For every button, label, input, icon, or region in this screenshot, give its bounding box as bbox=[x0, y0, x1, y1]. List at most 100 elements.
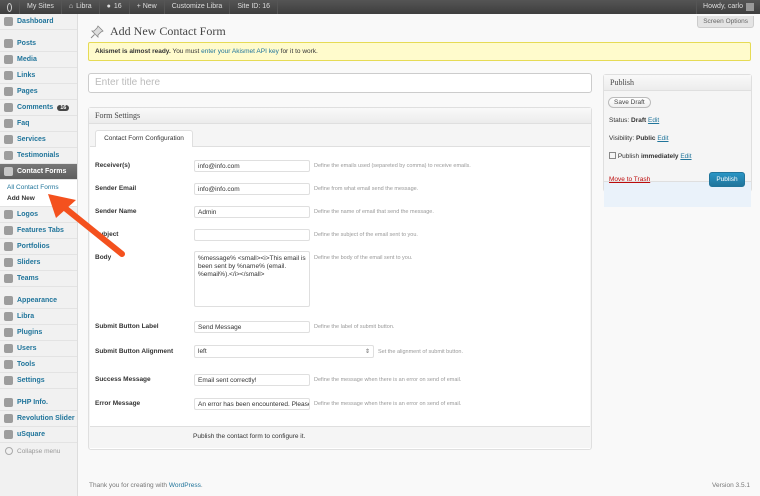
move-to-trash-link[interactable]: Move to Trash bbox=[609, 176, 650, 183]
menu-libra[interactable]: Libra bbox=[0, 309, 77, 325]
posts-icon bbox=[4, 39, 13, 48]
menu-portfolios[interactable]: Portfolios bbox=[0, 239, 77, 255]
libra-icon bbox=[4, 312, 13, 321]
revolution-slider-icon bbox=[4, 414, 13, 423]
contact-forms-submenu: All Contact Forms Add New bbox=[0, 180, 77, 207]
tools-icon bbox=[4, 360, 13, 369]
akismet-api-key-link[interactable]: enter your Akismet API key bbox=[201, 48, 279, 55]
page-title: Add New Contact Form bbox=[90, 24, 226, 39]
site-id-label: Site ID: 16 bbox=[230, 0, 278, 14]
menu-media[interactable]: Media bbox=[0, 52, 77, 68]
collapse-icon bbox=[5, 447, 13, 455]
menu-sliders[interactable]: Sliders bbox=[0, 255, 77, 271]
users-icon bbox=[4, 344, 13, 353]
save-draft-button[interactable]: Save Draft bbox=[608, 97, 651, 108]
subject-input[interactable] bbox=[194, 229, 310, 241]
sender-email-input[interactable]: info@info.com bbox=[194, 183, 310, 195]
menu-dashboard[interactable]: Dashboard bbox=[0, 14, 77, 30]
calendar-icon bbox=[609, 152, 616, 159]
submenu-all-contact-forms[interactable]: All Contact Forms bbox=[0, 182, 77, 193]
status-edit-link[interactable]: Edit bbox=[648, 117, 659, 124]
body-textarea[interactable]: %message% <small><i>This email is been s… bbox=[194, 251, 310, 307]
updates-link[interactable]: ● 16 bbox=[100, 0, 130, 14]
visibility-line: Visibility: Public Edit bbox=[609, 135, 669, 142]
site-name-link[interactable]: ⌂ Libra bbox=[62, 0, 100, 14]
menu-comments[interactable]: Comments 16 bbox=[0, 100, 77, 116]
form-settings-heading: Form Settings bbox=[89, 108, 591, 124]
menu-pages[interactable]: Pages bbox=[0, 84, 77, 100]
settings-icon bbox=[4, 376, 13, 385]
menu-contact-forms[interactable]: Contact Forms bbox=[0, 164, 77, 180]
plugins-icon bbox=[4, 328, 13, 337]
customize-link[interactable]: Customize Libra bbox=[165, 0, 231, 14]
form-settings-footer: Publish the contact form to configure it… bbox=[90, 426, 590, 448]
form-settings-body: Receiver(s) info@info.com Define the ema… bbox=[90, 146, 590, 449]
testimonials-icon bbox=[4, 151, 13, 160]
home-icon: ⌂ bbox=[68, 3, 74, 10]
status-line: Status: Draft Edit bbox=[609, 117, 660, 124]
wordpress-logo-icon[interactable] bbox=[0, 0, 20, 14]
links-icon bbox=[4, 71, 13, 80]
footer-version: Version 3.5.1 bbox=[712, 482, 750, 489]
menu-services[interactable]: Services bbox=[0, 132, 77, 148]
logos-icon bbox=[4, 210, 13, 219]
comments-icon bbox=[4, 103, 13, 112]
menu-links[interactable]: Links bbox=[0, 68, 77, 84]
menu-posts[interactable]: Posts bbox=[0, 36, 77, 52]
pushpin-icon bbox=[90, 24, 104, 38]
schedule-line: Publish immediately Edit bbox=[609, 152, 692, 160]
error-message-input[interactable]: An error has been encountered. Please tr… bbox=[194, 398, 310, 410]
footer-credit: Thank you for creating with WordPress. bbox=[89, 482, 203, 489]
faq-icon bbox=[4, 119, 13, 128]
menu-users[interactable]: Users bbox=[0, 341, 77, 357]
receivers-input[interactable]: info@info.com bbox=[194, 160, 310, 172]
visibility-edit-link[interactable]: Edit bbox=[657, 135, 668, 142]
screen-options-button[interactable]: Screen Options bbox=[697, 16, 754, 28]
new-content-link[interactable]: + New bbox=[130, 0, 165, 14]
submenu-add-new[interactable]: Add New bbox=[0, 193, 77, 204]
media-icon bbox=[4, 55, 13, 64]
menu-tools[interactable]: Tools bbox=[0, 357, 77, 373]
collapse-menu-button[interactable]: Collapse menu bbox=[0, 443, 77, 459]
menu-faq[interactable]: Faq bbox=[0, 116, 77, 132]
comments-bubble-icon: ● bbox=[106, 3, 111, 10]
pages-icon bbox=[4, 87, 13, 96]
comments-count-badge: 16 bbox=[57, 104, 70, 111]
submit-label-input[interactable]: Send Message bbox=[194, 321, 310, 333]
chevron-updown-icon: ⇕ bbox=[364, 349, 370, 355]
avatar bbox=[746, 3, 754, 11]
contact-forms-icon bbox=[4, 167, 13, 176]
akismet-notice: Akismet is almost ready. You must enter … bbox=[88, 42, 751, 61]
publish-button[interactable]: Publish bbox=[709, 172, 745, 187]
menu-revolution-slider[interactable]: Revolution Slider bbox=[0, 411, 77, 427]
tab-contact-form-configuration[interactable]: Contact Form Configuration bbox=[95, 130, 193, 147]
admin-sidebar: Dashboard Posts Media Links Pages Commen… bbox=[0, 14, 78, 496]
dashboard-icon bbox=[4, 17, 13, 26]
schedule-edit-link[interactable]: Edit bbox=[680, 153, 691, 160]
appearance-icon bbox=[4, 296, 13, 305]
menu-testimonials[interactable]: Testimonials bbox=[0, 148, 77, 164]
php-info-icon bbox=[4, 398, 13, 407]
my-sites-link[interactable]: My Sites bbox=[20, 0, 62, 14]
publish-box: Publish Save Draft Status: Draft Edit Vi… bbox=[603, 74, 752, 207]
account-menu[interactable]: Howdy, carlo bbox=[696, 0, 760, 14]
features-tabs-icon bbox=[4, 226, 13, 235]
form-settings-box: Form Settings Receiver(s) info@info.com … bbox=[88, 107, 592, 450]
menu-teams[interactable]: Teams bbox=[0, 271, 77, 287]
success-message-input[interactable]: Email sent correctly! bbox=[194, 374, 310, 386]
menu-logos[interactable]: Logos bbox=[0, 207, 77, 223]
menu-settings[interactable]: Settings bbox=[0, 373, 77, 389]
admin-bar: My Sites ⌂ Libra ● 16 + New Customize Libr… bbox=[0, 0, 760, 14]
menu-appearance[interactable]: Appearance bbox=[0, 293, 77, 309]
submit-alignment-select[interactable]: left ⇕ bbox=[194, 345, 374, 358]
title-input[interactable]: Enter title here bbox=[88, 73, 592, 93]
sender-name-input[interactable]: Admin bbox=[194, 206, 310, 218]
wordpress-link[interactable]: WordPress bbox=[169, 482, 201, 489]
services-icon bbox=[4, 135, 13, 144]
menu-features-tabs[interactable]: Features Tabs bbox=[0, 223, 77, 239]
menu-usquare[interactable]: uSquare bbox=[0, 427, 77, 443]
publish-heading: Publish bbox=[604, 75, 751, 91]
sliders-icon bbox=[4, 258, 13, 267]
menu-plugins[interactable]: Plugins bbox=[0, 325, 77, 341]
menu-php-info[interactable]: PHP Info. bbox=[0, 395, 77, 411]
